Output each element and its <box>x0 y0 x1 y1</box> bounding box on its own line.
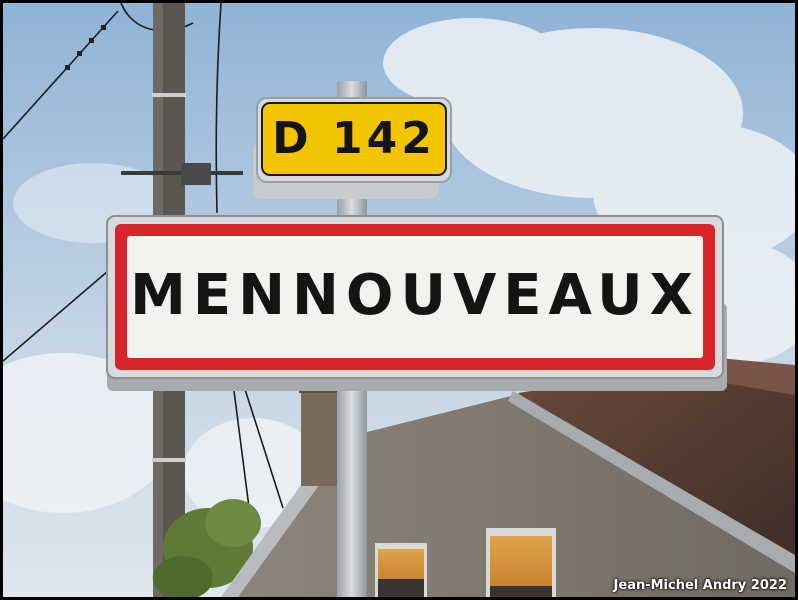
photo-frame: D 142 MENNOUVEAUX Jean-Michel Andry 2022 <box>0 0 798 600</box>
photo-credit: Jean-Michel Andry 2022 <box>613 578 787 593</box>
photo: D 142 MENNOUVEAUX Jean-Michel Andry 2022 <box>3 3 795 597</box>
road-number-label: D 142 <box>272 113 436 164</box>
town-name-label: MENNOUVEAUX <box>130 263 700 328</box>
